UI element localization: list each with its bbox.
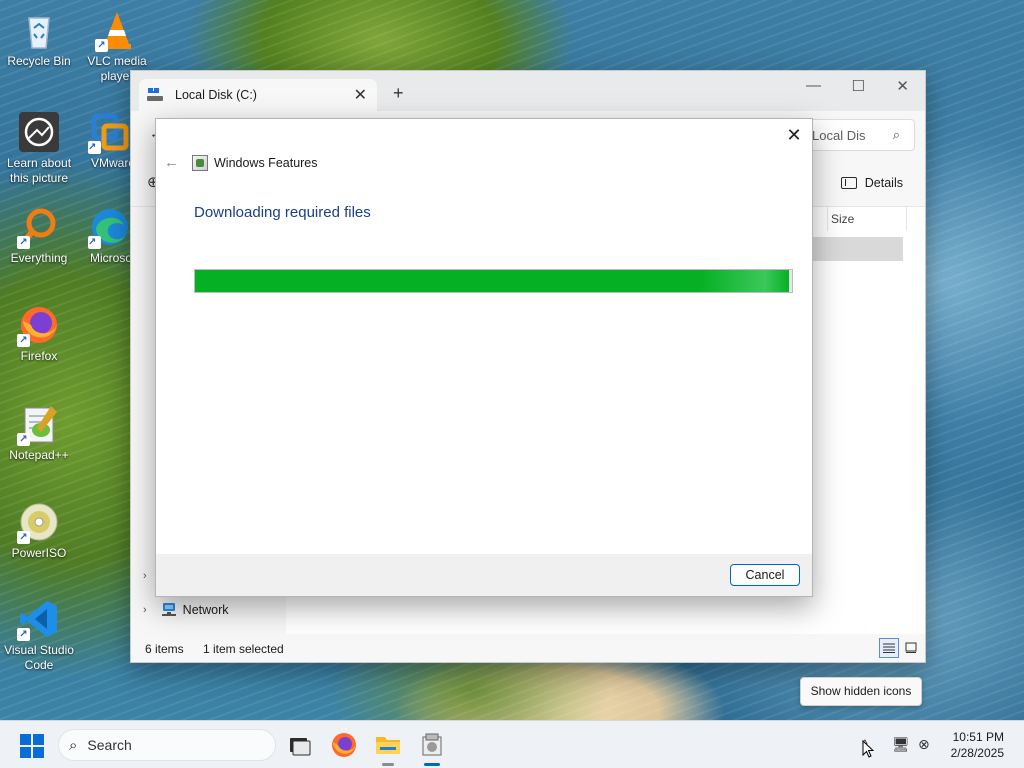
tab-close-icon[interactable]: ✕	[354, 85, 367, 105]
edge-icon: ↗	[88, 205, 132, 249]
large-icons-view-button[interactable]	[901, 638, 921, 658]
shortcut-arrow-icon: ↗	[17, 433, 30, 446]
desktop-icon-label: Microsoft Edge	[90, 251, 132, 265]
dialog-footer: Cancel	[156, 554, 812, 596]
taskbar-firefox[interactable]	[328, 729, 360, 761]
desktop-icon-vmware[interactable]: ↗ VMware Workstation	[78, 110, 132, 171]
desktop-icon-label: Learn about this picture	[6, 156, 72, 185]
status-bar: 6 items 1 item selected	[131, 634, 925, 662]
windows-features-icon	[422, 733, 442, 756]
windows-features-dialog: ✕ ← Windows Features Downloading require…	[155, 118, 813, 597]
mouse-cursor-icon	[862, 740, 874, 758]
firefox-icon	[332, 733, 356, 757]
desktop-icon-firefox[interactable]: ↗ Firefox	[0, 303, 78, 364]
desktop-icon-recycle-bin[interactable]: Recycle Bin	[0, 8, 78, 69]
dialog-back-arrow-icon[interactable]: ←	[164, 154, 179, 171]
desktop-icon-label: Recycle Bin	[7, 54, 71, 68]
dialog-title: Windows Features	[214, 156, 318, 170]
column-divider	[906, 207, 907, 231]
active-indicator	[424, 763, 440, 766]
nav-item-label: Network	[182, 603, 229, 617]
shortcut-arrow-icon: ↗	[17, 531, 30, 544]
desktop-icon-everything[interactable]: ↗ Everything	[0, 205, 78, 266]
details-pane-button[interactable]: Details	[840, 176, 903, 190]
desktop-icon-edge[interactable]: ↗ Microsoft Edge	[78, 205, 132, 266]
search-icon: ⌕	[892, 127, 900, 142]
shortcut-arrow-icon: ↗	[95, 39, 108, 52]
desktop-icon-label: Visual Studio Code	[4, 643, 74, 672]
search-input[interactable]: Local Dis ⌕	[805, 119, 915, 151]
large-icons-view-icon	[905, 642, 917, 653]
start-button[interactable]	[20, 734, 44, 758]
network-icon	[161, 603, 177, 617]
download-progress-bar	[194, 269, 793, 293]
show-hidden-icons-tooltip: Show hidden icons	[800, 677, 922, 706]
desktop-icon-label: Everything	[10, 251, 68, 265]
selected-file-row[interactable]	[813, 237, 903, 261]
desktop-icon-label: VMware Workstation	[91, 156, 132, 170]
dialog-close-button[interactable]: ✕	[782, 123, 806, 147]
shortcut-arrow-icon: ↗	[17, 236, 30, 249]
firefox-icon: ↗	[17, 303, 61, 347]
details-label: Details	[864, 176, 903, 190]
details-view-icon	[883, 643, 895, 653]
search-icon: ⌕	[69, 736, 78, 754]
vscode-icon: ↗	[17, 597, 61, 641]
nav-item-network[interactable]: › Network	[143, 603, 229, 617]
desktop-icon-poweriso[interactable]: ↗ PowerISO	[0, 500, 78, 561]
taskbar-search-label: Search	[87, 737, 132, 753]
windows-logo-icon	[20, 734, 31, 745]
explorer-titlebar[interactable]: Local Disk (C:) ✕ + — ☐ ✕	[131, 71, 925, 111]
column-divider	[827, 207, 828, 231]
drive-icon	[147, 88, 163, 102]
volume-muted-icon[interactable]: ⊗	[918, 736, 930, 753]
desktop-icon-notepadpp[interactable]: ↗ Notepad++	[0, 402, 78, 463]
taskbar-search[interactable]: ⌕ Search	[58, 729, 276, 761]
clock-date: 2/28/2025	[950, 746, 1004, 760]
chevron-right-icon[interactable]: ›	[143, 570, 147, 582]
vmware-icon: ↗	[88, 110, 132, 154]
desktop-icon-label: Firefox	[20, 349, 58, 363]
running-indicator	[382, 763, 394, 766]
vlc-icon: ↗	[95, 8, 139, 52]
desktop-icon-vscode[interactable]: ↗ Visual Studio Code	[0, 597, 78, 673]
new-tab-button[interactable]: +	[393, 83, 404, 104]
tab-local-disk[interactable]: Local Disk (C:) ✕	[139, 79, 377, 111]
shortcut-arrow-icon: ↗	[17, 334, 30, 347]
taskbar-windows-features[interactable]	[416, 729, 448, 766]
search-placeholder: Local Dis	[812, 127, 866, 143]
status-item-count: 6 items	[145, 642, 184, 656]
minimize-button[interactable]: —	[806, 77, 821, 94]
desktop-icon-label: Notepad++	[9, 448, 69, 462]
task-view-button[interactable]	[284, 729, 316, 761]
details-view-button[interactable]	[879, 638, 899, 658]
task-view-icon	[290, 738, 311, 756]
windows-features-icon	[192, 155, 208, 171]
poweriso-icon: ↗	[17, 500, 61, 544]
chevron-right-icon[interactable]: ›	[143, 604, 147, 616]
taskbar-clock[interactable]: 10:51 PM 2/28/2025	[951, 729, 1004, 761]
desktop-icon-label: PowerISO	[11, 546, 67, 560]
progress-fill	[195, 270, 789, 292]
dialog-heading: Downloading required files	[194, 204, 371, 221]
desktop-icon-learn-picture[interactable]: Learn about this picture	[0, 110, 78, 186]
clock-time: 10:51 PM	[952, 730, 1004, 744]
column-header-size[interactable]: Size	[831, 212, 854, 226]
maximize-button[interactable]: ☐	[852, 77, 865, 95]
details-pane-icon	[840, 177, 857, 189]
tab-title: Local Disk (C:)	[175, 88, 257, 102]
learn-picture-icon	[17, 110, 61, 154]
shortcut-arrow-icon: ↗	[88, 141, 101, 154]
cancel-button[interactable]: Cancel	[730, 564, 800, 586]
shortcut-arrow-icon: ↗	[17, 628, 30, 641]
status-selection: 1 item selected	[203, 642, 284, 656]
recycle-bin-icon	[17, 8, 61, 52]
everything-search-icon: ↗	[17, 205, 61, 249]
folder-icon	[376, 737, 400, 754]
shortcut-arrow-icon: ↗	[88, 236, 101, 249]
close-window-button[interactable]: ✕	[896, 77, 909, 95]
network-monitor-icon[interactable]: 🖥	[892, 736, 910, 753]
taskbar-file-explorer[interactable]	[372, 729, 404, 766]
notepadpp-icon: ↗	[17, 402, 61, 446]
